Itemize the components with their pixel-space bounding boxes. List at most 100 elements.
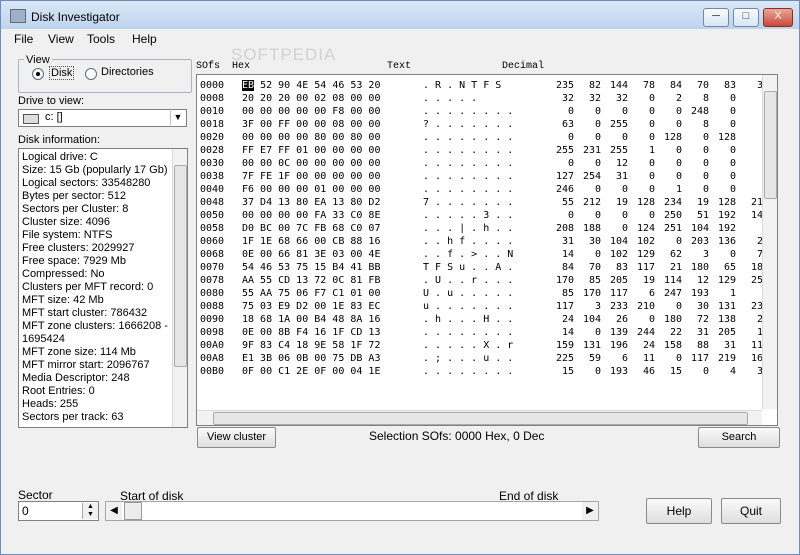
hex-row[interactable]: 0080 55 AA 75 06 F7 C1 01 00 U . u . . . .… [197, 287, 762, 300]
maximize-button[interactable]: □ [733, 8, 759, 27]
hex-row[interactable]: 0070 54 46 53 75 15 B4 41 BB T F S u . . A… [197, 261, 763, 274]
menu-view[interactable]: View [48, 32, 74, 46]
radio-disk[interactable] [32, 68, 44, 80]
hex-decimal-cell: 231 [582, 145, 601, 156]
view-cluster-button[interactable]: View cluster [197, 427, 276, 448]
disk-info-line: Logical drive: C [22, 151, 98, 163]
hex-decimal-cell: 14 [750, 210, 763, 221]
hex-row[interactable]: 0010 00 00 00 00 00 F8 00 00 . . . . . . .… [197, 105, 762, 118]
hex-row[interactable]: 0098 0E 00 8B F4 16 1F CD 13 . . . . . . .… [197, 326, 763, 339]
hex-decimal-cell: 246 [555, 184, 574, 195]
hex-row[interactable]: 0000 EB 52 90 4E 54 46 53 20 . R . N T F S… [197, 79, 763, 92]
hex-offset: 0080 [200, 288, 225, 299]
close-button[interactable]: X [763, 8, 793, 27]
hex-decimal-cell: 11 [642, 353, 655, 364]
minimize-button[interactable]: ─ [703, 8, 729, 27]
hex-decimal-cell: 0 [621, 223, 628, 234]
radio-directories[interactable] [85, 68, 97, 80]
spin-down-icon[interactable]: ▼ [82, 511, 98, 519]
hex-decimal-cell: 193 [609, 366, 628, 377]
chevron-down-icon[interactable]: ▼ [170, 111, 185, 125]
hex-bytes: E1 3B 06 0B 00 75 DB A3 [242, 353, 381, 364]
hex-decimal-cell: 21 [669, 262, 682, 273]
disk-position-scrollbar[interactable]: ◀ ▶ [105, 501, 599, 521]
quit-button[interactable]: Quit [721, 498, 781, 524]
hex-row[interactable]: 0048 37 D4 13 80 EA 13 80 D2 7 . . . . . .… [197, 196, 763, 209]
hex-horizontal-scrollbar[interactable] [197, 410, 762, 425]
hex-row[interactable]: 0008 20 20 20 00 02 08 00 00 . . . . . 32 32… [197, 92, 762, 105]
hex-row[interactable]: 0018 3F 00 FF 00 00 08 00 00 ? . . . . . .… [197, 118, 762, 131]
hex-row[interactable]: 0020 00 00 00 00 80 00 80 00 . . . . . . .… [197, 131, 762, 144]
hex-offset: 0078 [200, 275, 225, 286]
hex-row[interactable]: 0038 7F FE 1F 00 00 00 00 00 . . . . . . .… [197, 170, 762, 183]
sector-field[interactable]: 0 ▲ ▼ [18, 501, 99, 521]
hex-vertical-scrollbar[interactable] [762, 75, 777, 409]
scroll-right-icon[interactable]: ▶ [582, 502, 598, 520]
hex-decimal-cell: 8 [702, 93, 709, 104]
disk-info-line: Logical sectors: 33548280 [22, 177, 151, 189]
hex-decimal-cell: 234 [663, 197, 682, 208]
hex-row[interactable]: 0090 18 68 1A 00 B4 48 8A 16 . h . . . H .… [197, 313, 763, 326]
hex-bytes: 1F 1E 68 66 00 CB 88 16 [242, 236, 381, 247]
scroll-left-icon[interactable]: ◀ [106, 502, 122, 520]
hex-decimal-cell: 0 [675, 301, 682, 312]
selected-byte[interactable]: EB [242, 80, 255, 91]
hex-decimal-cell: 170 [555, 275, 574, 286]
help-button[interactable]: Help [646, 498, 712, 524]
spin-up-icon[interactable]: ▲ [82, 503, 98, 511]
hex-decimal-cell: 0 [594, 184, 601, 195]
hex-decimal-cell: 205 [609, 275, 628, 286]
header-decimal: Decimal [502, 61, 545, 72]
disk-info-scroll-thumb[interactable] [174, 165, 187, 367]
hex-row[interactable]: 0068 0E 00 66 81 3E 03 00 4E . . f . > . .… [197, 248, 763, 261]
hex-decimal-cell: 0 [702, 171, 709, 182]
hex-row[interactable]: 00A8 E1 3B 06 0B 00 75 DB A3 . ; . . . u .… [197, 352, 763, 365]
hex-decimal-cell: 63 [561, 119, 574, 130]
hex-row[interactable]: 00B0 0F 00 C1 2E 0F 00 04 1E . . . . . . .… [197, 365, 763, 378]
menu-tools[interactable]: Tools [87, 32, 115, 46]
hex-offset: 00B0 [200, 366, 225, 377]
hex-offset: 0018 [200, 119, 225, 130]
radio-disk-label[interactable]: Disk [49, 66, 75, 80]
hex-decimal-cell: 102 [609, 249, 628, 260]
hex-decimal-cell: 0 [702, 184, 709, 195]
hex-row[interactable]: 0028 FF E7 FF 01 00 00 00 00 . . . . . . .… [197, 144, 762, 157]
hex-scroll-thumb[interactable] [764, 91, 777, 199]
hex-row[interactable]: 0058 D0 BC 00 7C FB 68 C0 07 . . . | . h .… [197, 222, 762, 235]
hex-decimal-cell: 0 [567, 106, 574, 117]
disk-info-scrollbar[interactable] [172, 149, 187, 427]
radio-directories-label[interactable]: Directories [101, 66, 154, 78]
hex-decimal-cell: 117 [609, 288, 628, 299]
hex-row[interactable]: 0060 1F 1E 68 66 00 CB 88 16 . . h f . . .… [197, 235, 763, 248]
hex-bytes: 54 46 53 75 15 B4 41 BB [242, 262, 381, 273]
hex-decimal-cell: 15 [669, 366, 682, 377]
disk-info-list[interactable]: Logical drive: C Size: 15 Gb (popularly 1… [18, 148, 188, 428]
hex-row[interactable]: 0040 F6 00 00 00 01 00 00 00 . . . . . . .… [197, 183, 762, 196]
hex-decimal-cell: 4 [729, 366, 736, 377]
hex-decimal-cell: 83 [615, 262, 628, 273]
hex-decimal-cell: 31 [615, 171, 628, 182]
hex-row[interactable]: 0088 75 03 E9 D2 00 1E 83 EC u . . . . . .… [197, 300, 763, 313]
hex-view[interactable]: 0000 EB 52 90 4E 54 46 53 20. R . N T F S… [196, 74, 778, 426]
hex-text: . U . . r . . . [423, 275, 514, 286]
hex-decimal-cell: 2 [756, 236, 763, 247]
hex-decimal-cell: 0 [648, 158, 655, 169]
hex-row[interactable]: 0078 AA 55 CD 13 72 0C 81 FB . U . . r . .… [197, 274, 763, 287]
drive-select[interactable]: c: [] ▼ [18, 109, 187, 127]
disk-position-thumb[interactable] [124, 502, 142, 520]
menu-file[interactable]: File [14, 32, 33, 46]
disk-info-line: MFT zone size: 114 Mb [22, 346, 136, 358]
hex-row[interactable]: 0030 00 00 0C 00 00 00 00 00 . . . . . . .… [197, 157, 762, 170]
disk-info-line: Root Entries: 0 [22, 385, 95, 397]
hex-decimal-cell: 104 [690, 223, 709, 234]
hex-row[interactable]: 00A0 9F 83 C4 18 9E 58 1F 72 . . . . . X .… [197, 339, 763, 352]
search-button[interactable]: Search [698, 427, 780, 448]
sector-value: 0 [22, 504, 29, 518]
hex-hscroll-thumb[interactable] [213, 412, 748, 425]
menu-bar: File View Tools Help [2, 30, 798, 48]
hex-row[interactable]: 0050 00 00 00 00 FA 33 C0 8E . . . . . 3 .… [197, 209, 763, 222]
hex-decimal-cell: 88 [696, 340, 709, 351]
menu-help[interactable]: Help [132, 32, 157, 46]
disk-info-line: Sectors per Cluster: 8 [22, 203, 129, 215]
hex-decimal-cell: 0 [648, 93, 655, 104]
